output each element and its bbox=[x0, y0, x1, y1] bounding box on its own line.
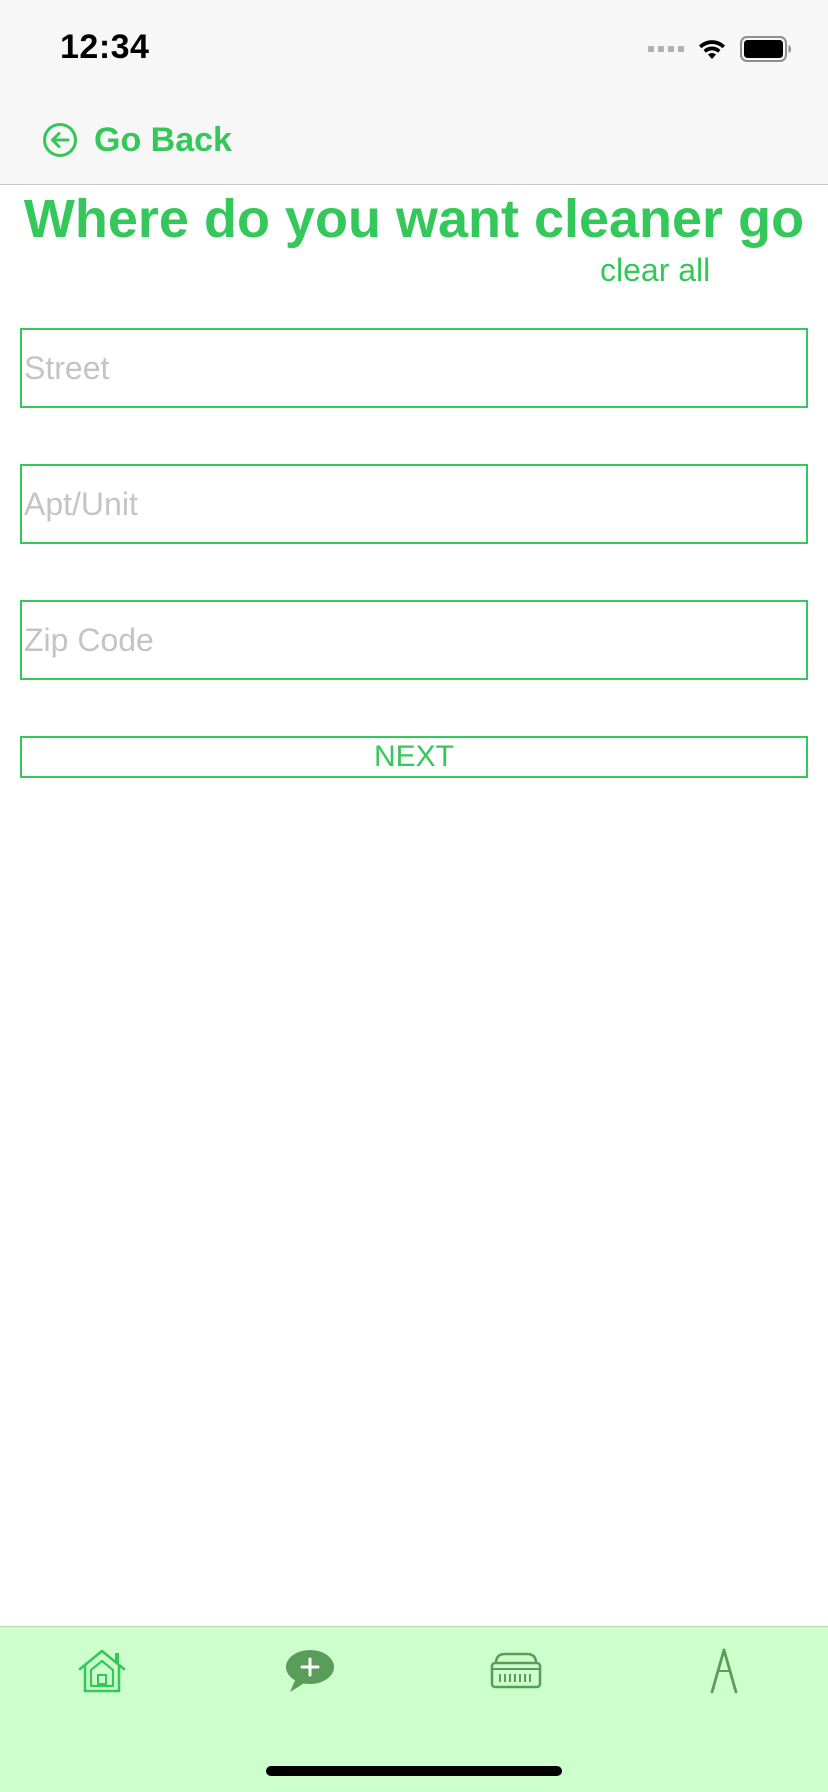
tab-heater[interactable] bbox=[486, 1645, 546, 1697]
compass-icon bbox=[710, 1648, 738, 1694]
apt-unit-field bbox=[20, 464, 808, 544]
cellular-signal-icon bbox=[648, 46, 684, 52]
wifi-icon bbox=[699, 40, 725, 59]
street-field bbox=[20, 328, 808, 408]
home-icon bbox=[78, 1649, 126, 1693]
battery-icon bbox=[740, 36, 791, 62]
arrow-left-circle-icon bbox=[43, 123, 77, 157]
street-input[interactable] bbox=[22, 330, 806, 406]
zip-code-field bbox=[20, 600, 808, 680]
status-time: 12:34 bbox=[60, 28, 150, 66]
screen: 12:34 Go Back Where do you want cleaner … bbox=[0, 0, 828, 1792]
page-title: Where do you want cleaner go bbox=[23, 189, 805, 249]
clear-all-button[interactable]: clear all bbox=[600, 252, 710, 289]
heater-icon bbox=[490, 1652, 542, 1689]
go-back-label: Go Back bbox=[94, 120, 232, 159]
navigation-header: 12:34 Go Back bbox=[0, 0, 828, 185]
zip-code-input[interactable] bbox=[22, 602, 806, 678]
status-indicators bbox=[648, 34, 792, 64]
tab-compass[interactable] bbox=[694, 1645, 754, 1697]
apt-unit-input[interactable] bbox=[22, 466, 806, 542]
chat-add-icon bbox=[286, 1650, 334, 1692]
tab-home[interactable] bbox=[72, 1645, 132, 1697]
go-back-button[interactable]: Go Back bbox=[42, 118, 232, 162]
next-button[interactable]: NEXT bbox=[20, 736, 808, 778]
home-indicator bbox=[266, 1766, 562, 1776]
tab-chat[interactable] bbox=[280, 1645, 340, 1697]
